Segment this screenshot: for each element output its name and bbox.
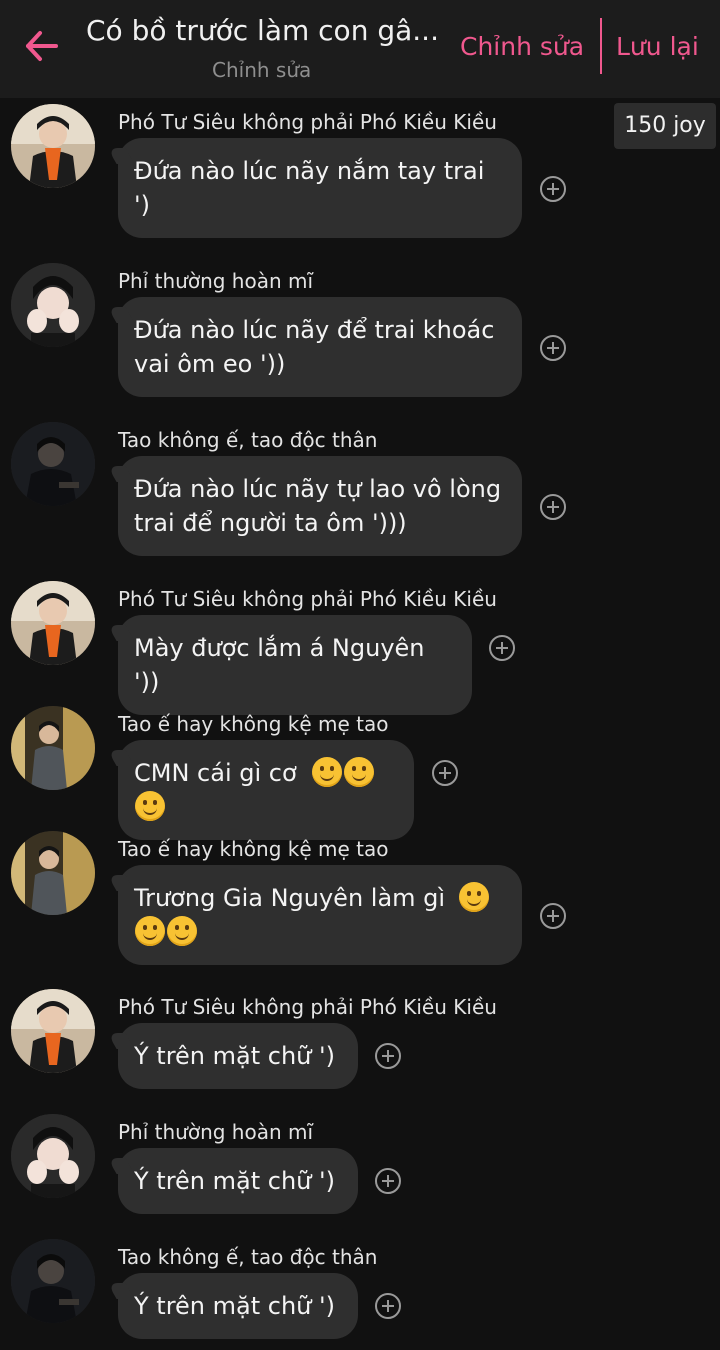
message-text: Đứa nào lúc nãy để trai khoác (134, 316, 495, 344)
message-text: Đứa nào lúc nãy nắm tay trai (134, 157, 485, 185)
message-bubble[interactable]: Ý trên mặt chữ ') (118, 1148, 358, 1214)
orange-scarf-avatar[interactable] (11, 989, 95, 1073)
suit-avatar[interactable] (11, 706, 95, 790)
sender-name: Phó Tư Siêu không phải Phó Kiều Kiều (118, 110, 497, 134)
header-divider (600, 18, 602, 74)
message-bubble[interactable]: Ý trên mặt chữ ') (118, 1023, 358, 1089)
message-text: Đứa nào lúc nãy tự lao vô lòng (134, 475, 502, 503)
sender-name: Tao ế hay không kệ mẹ tao (118, 837, 389, 861)
message-text: ') (134, 191, 150, 219)
hands-on-face-avatar[interactable] (11, 1114, 95, 1198)
message-bubble[interactable]: Mày được lắm á Nguyên ')) (118, 615, 472, 715)
smile-emoji-icon (167, 916, 197, 946)
back-arrow-icon[interactable] (20, 24, 64, 68)
add-reaction-icon[interactable] (540, 903, 566, 929)
add-reaction-icon[interactable] (375, 1168, 401, 1194)
sender-name: Phỉ thường hoàn mĩ (118, 269, 314, 293)
smile-emoji-icon (344, 757, 375, 787)
add-reaction-icon[interactable] (540, 176, 566, 202)
edit-button[interactable]: Chỉnh sửa (460, 32, 584, 61)
smile-emoji-icon (458, 882, 489, 912)
sender-name: Tao ế hay không kệ mẹ tao (118, 712, 389, 736)
smile-emoji-icon (135, 916, 165, 946)
message-text: CMN cái gì cơ (134, 759, 297, 787)
suit-avatar[interactable] (11, 831, 95, 915)
message-bubble[interactable]: Đứa nào lúc nãy tự lao vô lòng trai để n… (118, 456, 522, 556)
add-reaction-icon[interactable] (375, 1293, 401, 1319)
orange-scarf-avatar[interactable] (11, 581, 95, 665)
sender-name: Phó Tư Siêu không phải Phó Kiều Kiều (118, 995, 497, 1019)
sender-name: Tao không ế, tao độc thân (118, 1245, 378, 1269)
story-title: Có bồ trước làm con gâ... (86, 14, 439, 47)
joy-badge: 150 joy (614, 103, 716, 149)
orange-scarf-avatar[interactable] (11, 104, 95, 188)
message-bubble[interactable]: Đứa nào lúc nãy để trai khoác vai ôm eo … (118, 297, 522, 397)
message-text: trai để người ta ôm '))) (134, 509, 407, 537)
sender-name: Phó Tư Siêu không phải Phó Kiều Kiều (118, 587, 497, 611)
top-bar: Có bồ trước làm con gâ... Chỉnh sửa Chỉn… (0, 0, 720, 98)
sender-name: Phỉ thường hoàn mĩ (118, 1120, 314, 1144)
message-bubble[interactable]: CMN cái gì cơ (118, 740, 414, 840)
message-text: Mày được lắm á Nguyên ')) (134, 634, 425, 696)
message-bubble[interactable]: Trương Gia Nguyên làm gì (118, 865, 522, 965)
save-button[interactable]: Lưu lại (616, 32, 699, 61)
add-reaction-icon[interactable] (489, 635, 515, 661)
dark-portrait-avatar[interactable] (11, 422, 95, 506)
message-text: Ý trên mặt chữ ') (134, 1292, 335, 1320)
message-bubble[interactable]: Đứa nào lúc nãy nắm tay trai ') (118, 138, 522, 238)
hands-on-face-avatar[interactable] (11, 263, 95, 347)
message-bubble[interactable]: Ý trên mặt chữ ') (118, 1273, 358, 1339)
story-subtitle: Chỉnh sửa (212, 58, 312, 82)
message-text: Trương Gia Nguyên làm gì (134, 884, 446, 912)
add-reaction-icon[interactable] (432, 760, 458, 786)
dark-portrait-avatar[interactable] (11, 1239, 95, 1323)
add-reaction-icon[interactable] (540, 335, 566, 361)
message-text: Ý trên mặt chữ ') (134, 1042, 335, 1070)
add-reaction-icon[interactable] (540, 494, 566, 520)
sender-name: Tao không ế, tao độc thân (118, 428, 378, 452)
smile-emoji-icon (135, 791, 165, 821)
message-text: vai ôm eo ')) (134, 350, 286, 378)
add-reaction-icon[interactable] (375, 1043, 401, 1069)
message-text: Ý trên mặt chữ ') (134, 1167, 335, 1195)
smile-emoji-icon (312, 757, 343, 787)
